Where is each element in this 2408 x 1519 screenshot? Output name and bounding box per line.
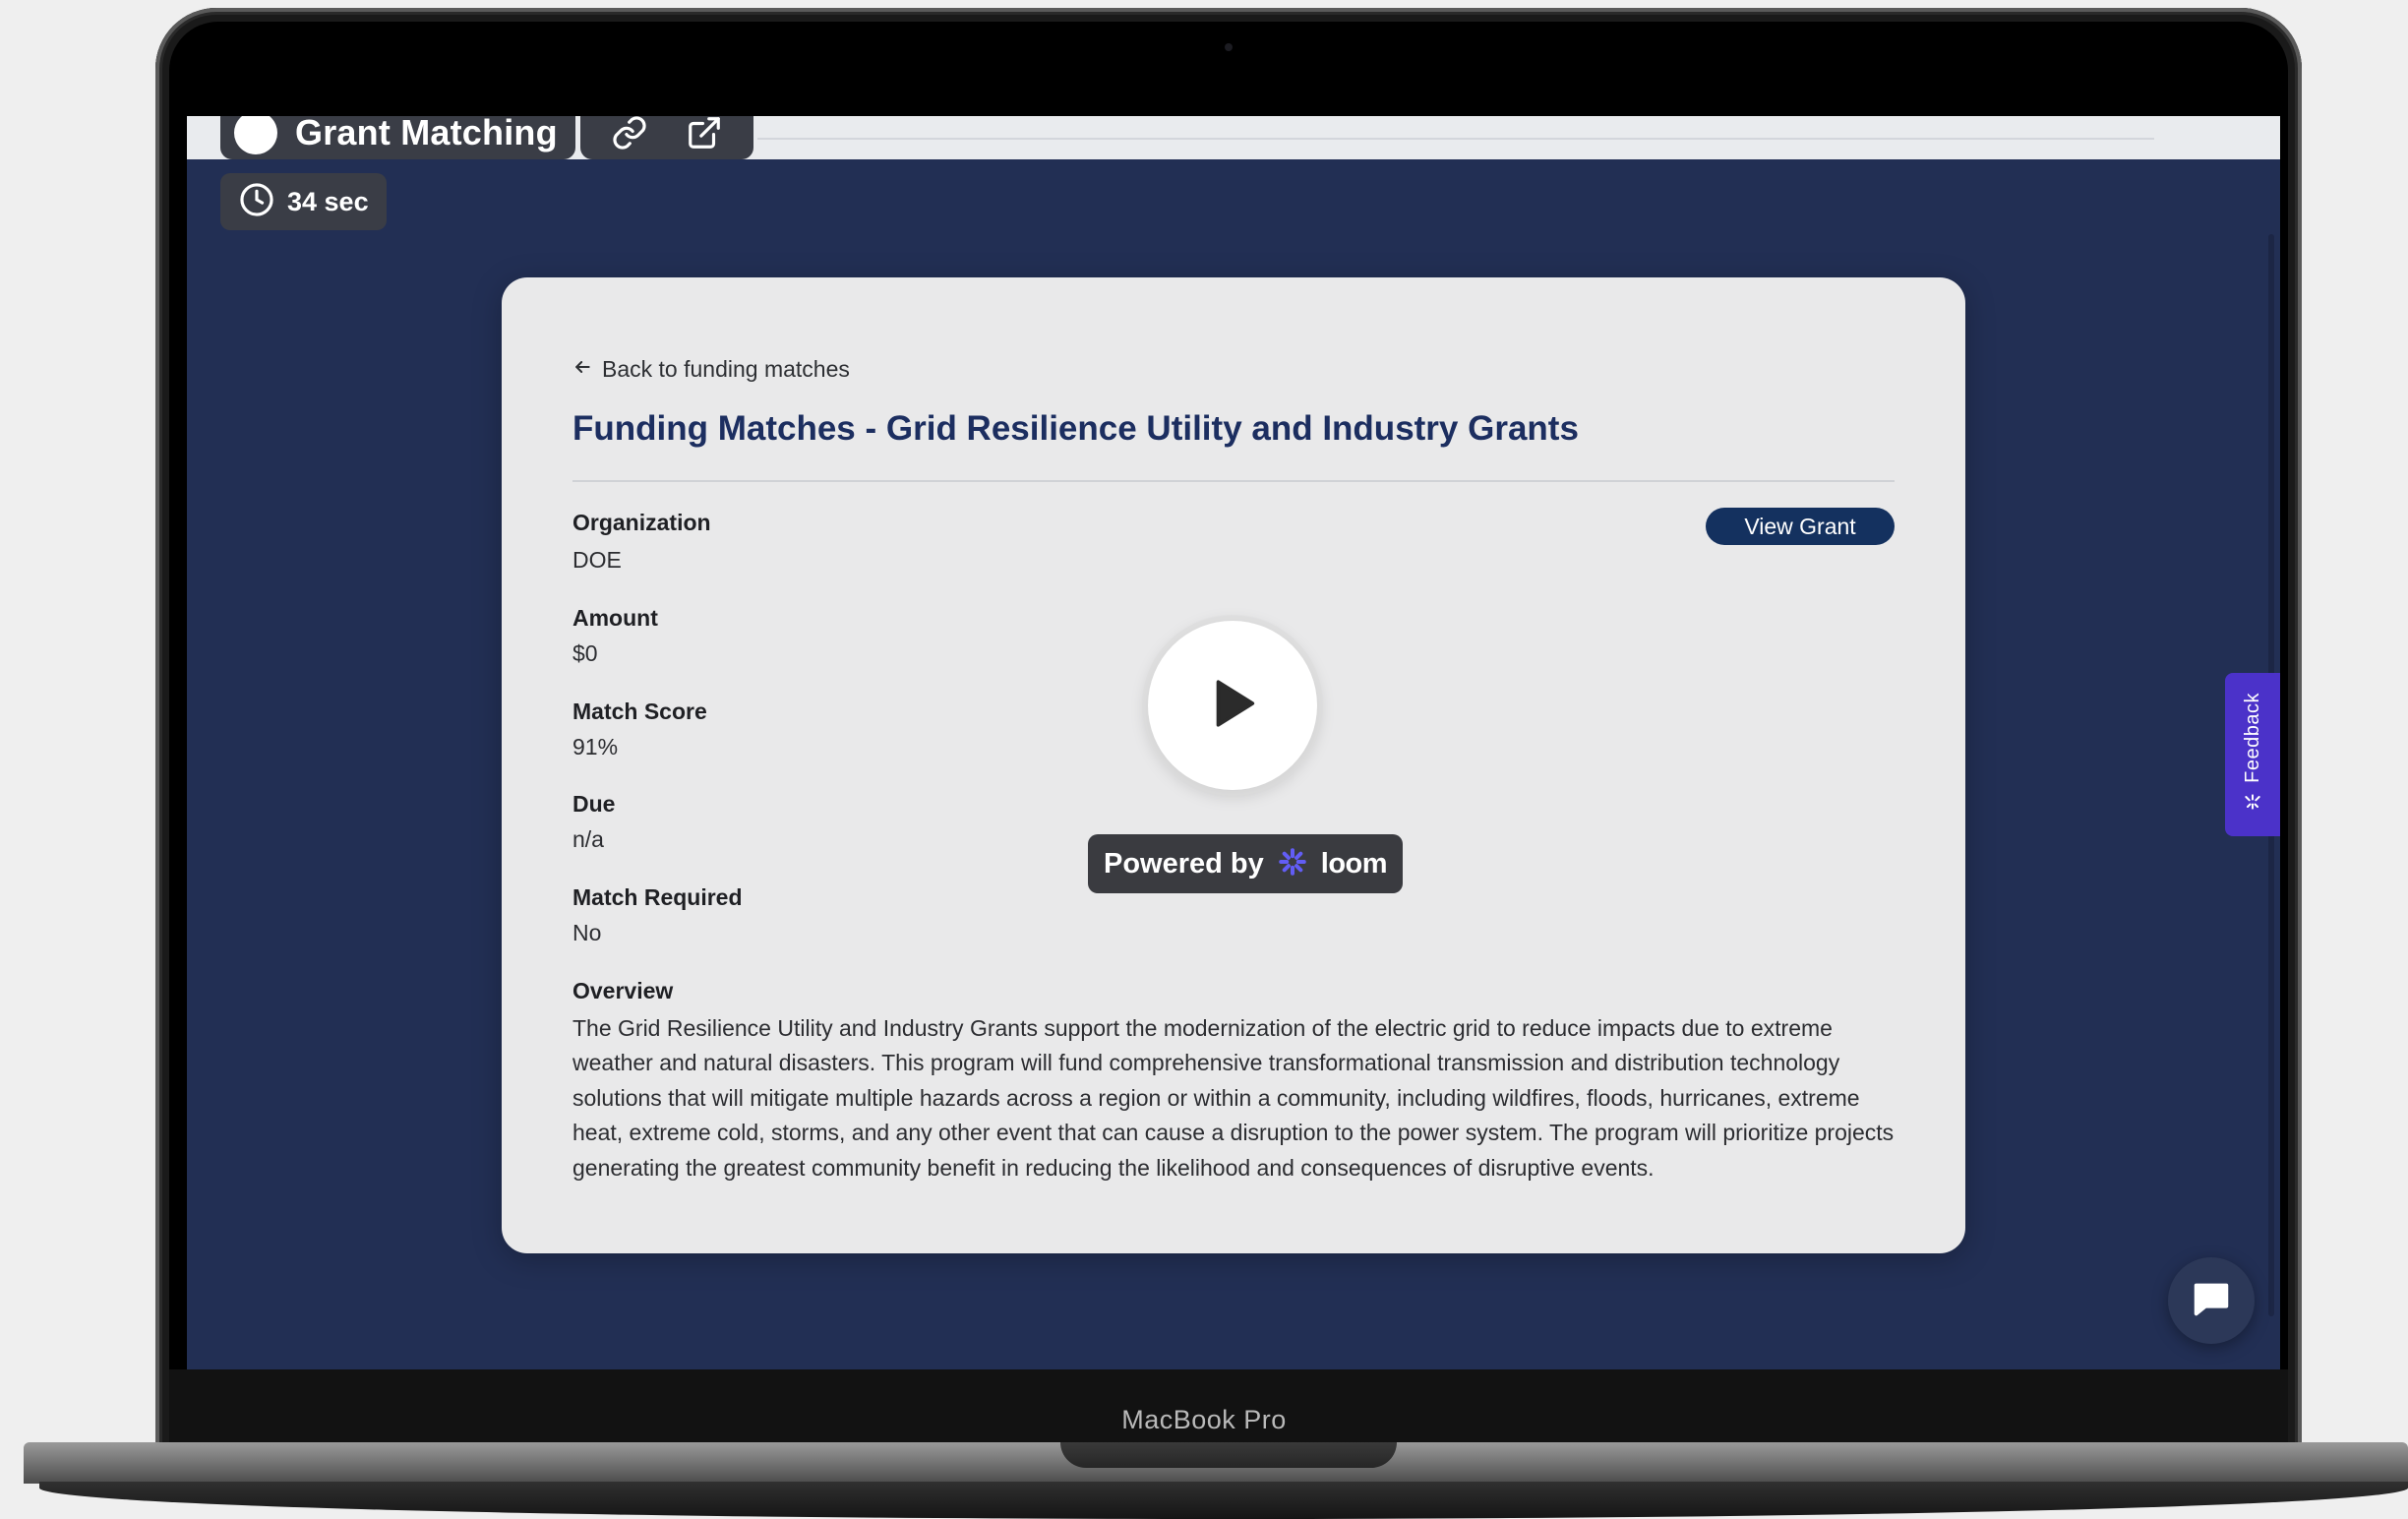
duration-chip: 34 sec — [220, 173, 387, 230]
hinge-notch — [1060, 1442, 1397, 1468]
overview-label: Overview — [572, 978, 674, 1003]
loom-logo-icon — [1278, 847, 1307, 881]
due-value: n/a — [572, 826, 604, 852]
organization-label: Organization — [572, 510, 711, 535]
feedback-icon — [2243, 792, 2262, 817]
chat-button[interactable] — [2168, 1257, 2255, 1344]
link-icon[interactable] — [611, 116, 648, 152]
title-divider — [572, 480, 1895, 482]
match-required-label: Match Required — [572, 884, 743, 910]
powered-by-text: Powered by — [1104, 847, 1264, 880]
play-button[interactable] — [1148, 621, 1317, 790]
amount-label: Amount — [572, 605, 658, 631]
match-required-value: No — [572, 920, 602, 945]
chat-icon — [2189, 1276, 2234, 1326]
duration-text: 34 sec — [287, 186, 369, 216]
due-label: Due — [572, 791, 616, 817]
match-score-label: Match Score — [572, 699, 707, 724]
clock-icon — [238, 181, 275, 223]
amount-value: $0 — [572, 640, 598, 666]
organization-value: DOE — [572, 547, 622, 573]
laptop-foot — [39, 1482, 2408, 1519]
feedback-label: Feedback — [2241, 692, 2263, 783]
loom-brand: loom — [1320, 847, 1388, 880]
match-score-value: 91% — [572, 734, 619, 760]
overview-text: The Grid Resilience Utility and Industry… — [572, 1015, 1895, 1181]
back-link[interactable]: Back to funding matches — [572, 356, 850, 383]
view-grant-button[interactable]: View Grant — [1706, 508, 1895, 545]
avatar — [234, 116, 277, 154]
back-link-label: Back to funding matches — [602, 356, 850, 382]
page-title: Funding Matches - Grid Resilience Utilit… — [572, 409, 1579, 448]
screen: Grant Matching 34 sec Back to funding ma… — [187, 116, 2280, 1369]
external-link-icon[interactable] — [686, 116, 723, 152]
video-title-chip[interactable]: Grant Matching — [220, 116, 575, 159]
camera-icon — [1225, 43, 1233, 51]
device-label: MacBook Pro — [1121, 1405, 1287, 1434]
arrow-left-icon — [572, 356, 592, 383]
powered-by-loom-badge[interactable]: Powered by loom — [1088, 834, 1404, 893]
play-icon — [1198, 669, 1267, 743]
share-actions — [580, 116, 753, 159]
top-strip-line — [757, 138, 2154, 140]
feedback-tab[interactable]: Feedback — [2225, 673, 2280, 836]
video-title: Grant Matching — [295, 116, 558, 152]
